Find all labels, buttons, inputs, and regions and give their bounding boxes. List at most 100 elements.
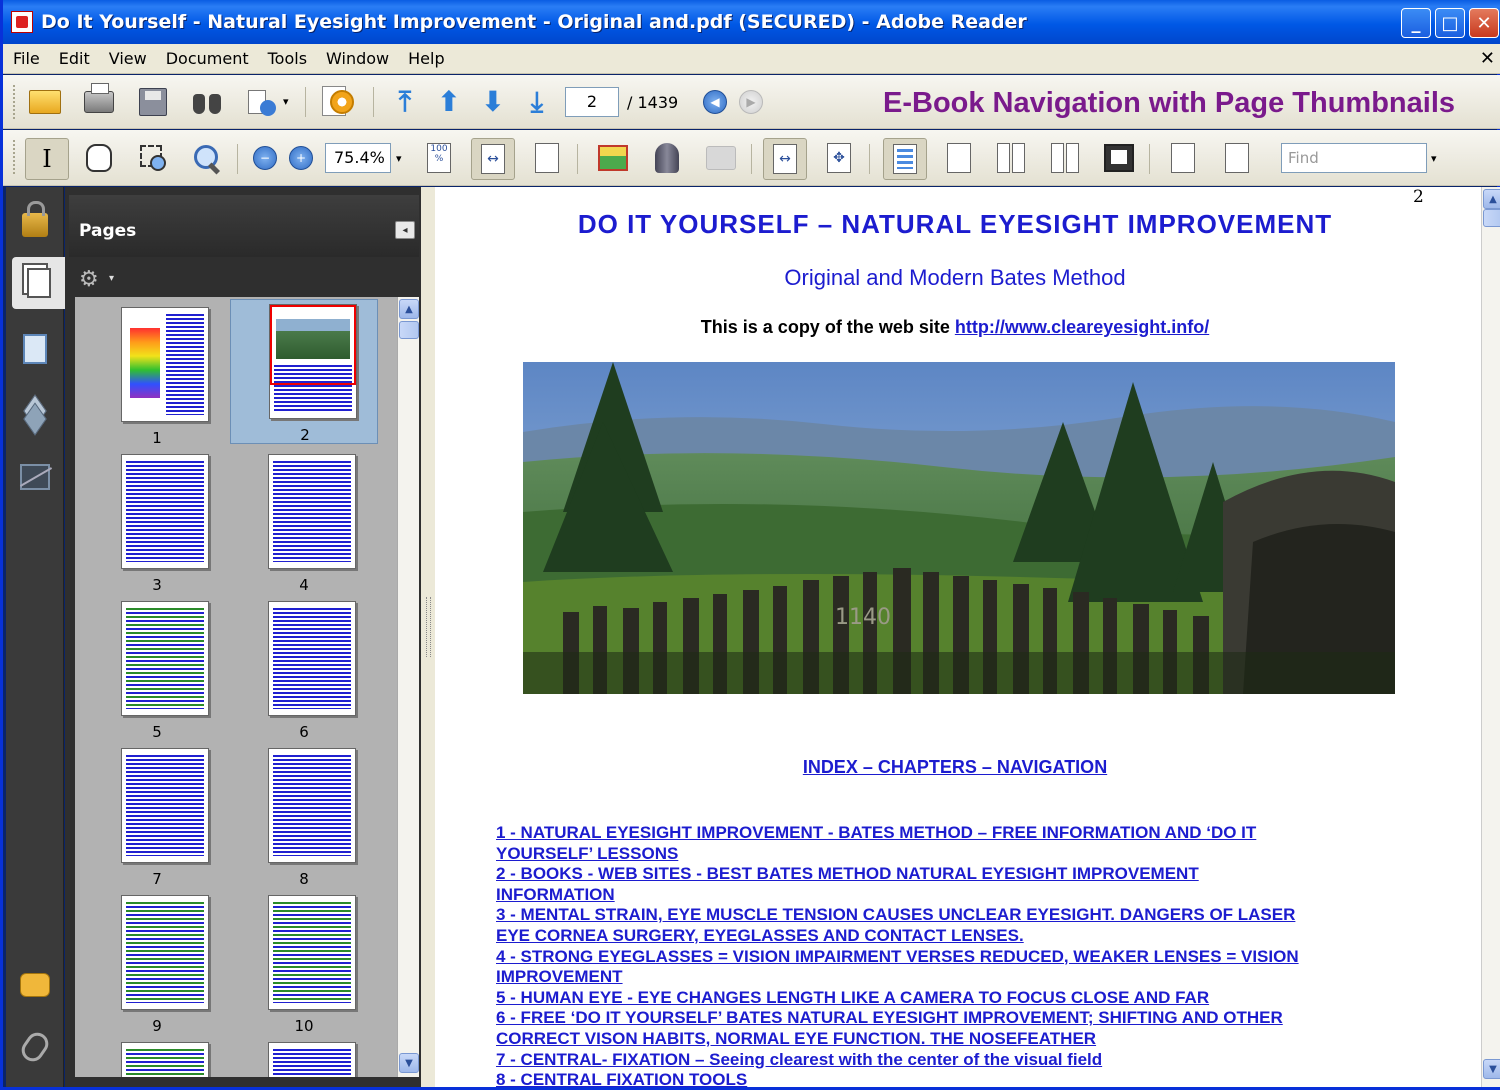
thumbnail-page-7[interactable]: 7 (83, 744, 231, 889)
toc-link[interactable]: YOURSELF’ LESSONS (496, 844, 1426, 865)
thumbnail-page-5[interactable]: 5 (83, 597, 231, 742)
toc-link[interactable]: 6 - FREE ‘DO IT YOURSELF’ BATES NATURAL … (496, 1008, 1426, 1029)
single-page-continuous-button[interactable]: ↔ (763, 138, 807, 180)
document-scrollbar[interactable]: ▲ ▼ (1481, 187, 1500, 1087)
open-button[interactable] (27, 84, 63, 120)
last-page-button[interactable]: ⤓ (519, 84, 555, 120)
print-button[interactable] (81, 83, 117, 120)
actual-size-button[interactable]: 100 % (421, 140, 457, 176)
toc-link[interactable]: 2 - BOOKS - WEB SITES - BEST BATES METHO… (496, 864, 1426, 885)
toc-link[interactable]: CORRECT VISON HABITS, NORMAL EYE FUNCTIO… (496, 1029, 1426, 1050)
save-button[interactable] (135, 84, 171, 120)
fit-page-button[interactable] (529, 140, 565, 176)
toc-link[interactable]: 4 - STRONG EYEGLASSES = VISION IMPAIRMEN… (496, 947, 1426, 968)
zoom-out-button[interactable]: − (247, 140, 283, 176)
toc-link[interactable]: 8 - CENTRAL FIXATION TOOLS (496, 1070, 1426, 1087)
document-close-button[interactable]: ✕ (1480, 48, 1495, 69)
two-up-button[interactable] (993, 140, 1029, 176)
menu-tools[interactable]: Tools (258, 49, 316, 68)
toc-link[interactable]: 3 - MENTAL STRAIN, EYE MUSCLE TENSION CA… (496, 905, 1426, 926)
two-up-continuous-button[interactable] (1047, 140, 1083, 176)
bookmarks-panel-button[interactable] (12, 323, 58, 375)
title-bar[interactable]: Do It Yourself - Natural Eyesight Improv… (3, 0, 1500, 44)
marquee-zoom-button[interactable] (135, 140, 171, 176)
find-input[interactable]: Find (1281, 143, 1427, 173)
layers-panel-button[interactable] (12, 387, 58, 439)
thumbnail-scrollbar[interactable]: ▲ ▼ (397, 297, 419, 1077)
rotate-clockwise-button[interactable] (1219, 140, 1255, 176)
next-page-button[interactable]: ⬇ (475, 84, 511, 120)
minimize-button[interactable]: _ (1401, 8, 1431, 38)
doc-scroll-thumb[interactable] (1483, 209, 1500, 227)
toc-link[interactable]: 5 - HUMAN EYE - EYE CHANGES LENGTH LIKE … (496, 988, 1426, 1009)
security-settings-button[interactable] (12, 195, 58, 247)
select-tool-button[interactable]: I (25, 138, 69, 180)
camera-button[interactable] (703, 140, 739, 176)
thumbnail-page-1[interactable]: 1 (83, 303, 231, 448)
scroll-up-button[interactable]: ▲ (399, 299, 419, 319)
search-button[interactable] (189, 84, 225, 120)
full-screen-button[interactable] (1101, 140, 1137, 176)
next-view-button[interactable]: ▶ (733, 84, 769, 120)
collaborate-button[interactable] (243, 84, 279, 120)
page-number-input[interactable]: 2 (565, 87, 619, 117)
zoom-dropdown[interactable]: ▾ (396, 152, 402, 165)
previous-view-button[interactable]: ◀ (697, 84, 733, 120)
menu-window[interactable]: Window (316, 49, 398, 68)
toolbar-grip[interactable] (13, 85, 17, 119)
close-button[interactable]: ✕ (1469, 8, 1499, 38)
attachments-panel-button[interactable] (12, 1021, 58, 1073)
thumbnail-page-4[interactable]: 4 (230, 450, 378, 595)
menu-view[interactable]: View (99, 49, 156, 68)
snapshot-button[interactable] (595, 140, 631, 176)
hand-tool-button[interactable] (81, 140, 117, 176)
loupe-button[interactable] (649, 140, 685, 176)
thumbnail-page-3[interactable]: 3 (83, 450, 231, 595)
menu-document[interactable]: Document (156, 49, 258, 68)
collaborate-dropdown[interactable]: ▾ (283, 95, 289, 108)
scroll-down-button[interactable]: ▼ (399, 1053, 419, 1073)
thumbnail-page-10[interactable]: 10 (230, 891, 378, 1036)
thumbnail-page-8[interactable]: 8 (230, 744, 378, 889)
rotate-counterclockwise-button[interactable] (1165, 140, 1201, 176)
menu-help[interactable]: Help (398, 49, 453, 68)
menu-file[interactable]: File (3, 49, 49, 68)
toc-link[interactable]: 1 - NATURAL EYESIGHT IMPROVEMENT - BATES… (496, 823, 1426, 844)
maximize-button[interactable]: □ (1435, 8, 1465, 38)
panel-options-button[interactable]: ⚙ ▾ (79, 267, 119, 292)
find-dropdown[interactable]: ▾ (1431, 152, 1437, 165)
toc-link[interactable]: EYE CORNEA SURGERY, EYEGLASSES AND CONTA… (496, 926, 1426, 947)
menu-edit[interactable]: Edit (49, 49, 99, 68)
toolbar-grip[interactable] (13, 140, 17, 174)
previous-page-button[interactable]: ⬆ (431, 84, 467, 120)
thumbnail-page-6[interactable]: 6 (230, 597, 378, 742)
full-screen-fit-button[interactable]: ✥ (821, 140, 857, 176)
thumbnail-page-partial[interactable] (83, 1038, 231, 1077)
toc-link[interactable]: 7 - CENTRAL- FIXATION – Seeing clearest … (496, 1050, 1426, 1071)
panel-splitter[interactable] (421, 187, 435, 1087)
first-page-button[interactable]: ⤒ (387, 84, 423, 120)
continuous-layout-button[interactable] (883, 138, 927, 180)
toc-link[interactable]: INFORMATION (496, 885, 1426, 906)
signatures-panel-button[interactable] (12, 451, 58, 503)
thumbnail-page-partial[interactable] (230, 1038, 378, 1077)
pages-panel-button[interactable] (12, 257, 66, 309)
collapse-panel-button[interactable]: ◂ (395, 221, 415, 239)
scroll-thumb[interactable] (399, 321, 419, 339)
dynamic-zoom-button[interactable] (189, 140, 225, 176)
doc-scroll-up-button[interactable]: ▲ (1483, 189, 1500, 209)
thumbnail-page-9[interactable]: 9 (83, 891, 231, 1036)
fit-width-button[interactable]: ↔ (471, 138, 515, 180)
zoom-in-button[interactable]: + (283, 140, 319, 176)
doc-scroll-down-button[interactable]: ▼ (1483, 1059, 1500, 1079)
comments-panel-button[interactable] (12, 959, 58, 1011)
thumbnail-list[interactable]: 1 2 3 4 5 6 7 8 9 10 ▲ ▼ (75, 297, 419, 1077)
toc-link[interactable]: IMPROVEMENT (496, 967, 1426, 988)
source-link[interactable]: http://www.cleareyesight.info/ (955, 317, 1209, 337)
security-button[interactable] (319, 82, 355, 118)
single-page-button[interactable] (941, 140, 977, 176)
zoom-level-input[interactable]: 75.4% (325, 143, 391, 173)
document-view[interactable]: 2 DO IT YOURSELF – NATURAL EYESIGHT IMPR… (435, 187, 1481, 1087)
index-heading[interactable]: INDEX – CHAPTERS – NAVIGATION (435, 757, 1475, 778)
thumbnail-page-2[interactable]: 2 (230, 299, 378, 444)
